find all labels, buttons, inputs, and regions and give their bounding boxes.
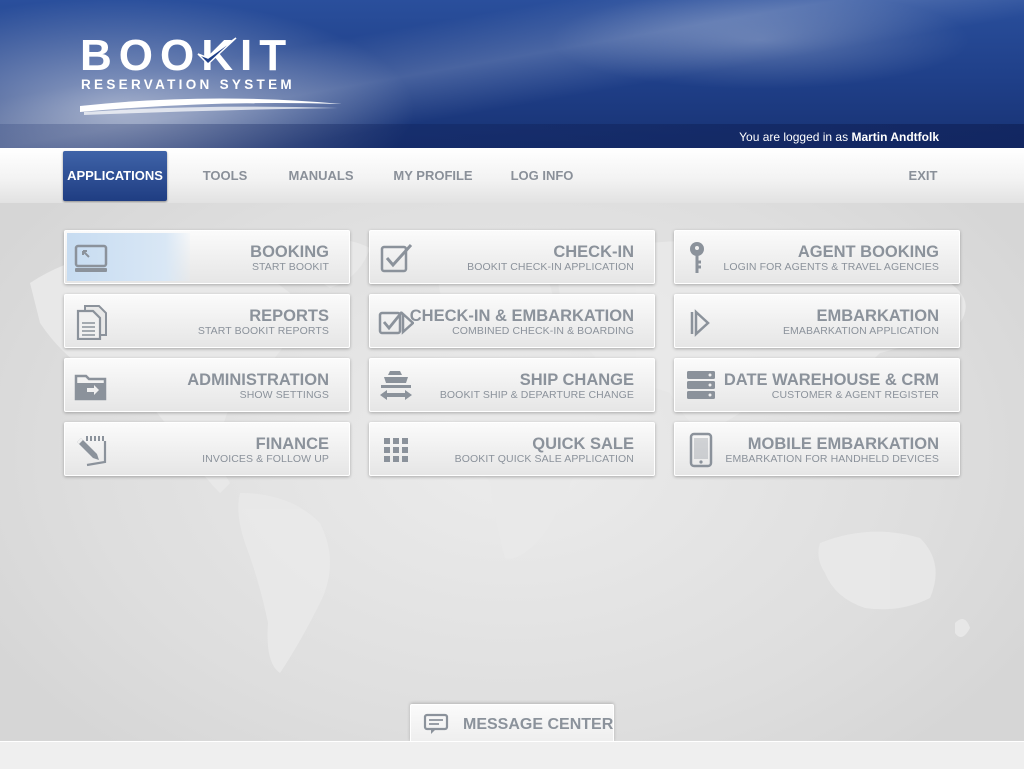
logo-title: BOOKIT [80, 31, 294, 80]
pencil-notepad-icon [77, 436, 107, 467]
tile-quick-sale[interactable]: QUICK SALE BOOKIT QUICK SALE APPLICATION [369, 422, 655, 476]
tile-subtitle: BOOKIT CHECK-IN APPLICATION [467, 261, 634, 273]
checkbox-icon [380, 243, 413, 273]
login-username: Martin Andtfolk [851, 130, 939, 144]
main-nav: APPLICATIONS TOOLS MANUALS MY PROFILE LO… [0, 148, 1024, 204]
bookit-logo: BOOKIT RESERVATION SYSTEM [80, 34, 345, 116]
nav-applications[interactable]: APPLICATIONS [63, 151, 167, 201]
folder-icon [74, 374, 107, 401]
mobile-phone-icon [689, 432, 713, 468]
tile-title: DATE WAREHOUSE & CRM [723, 371, 939, 389]
tile-subtitle: START BOOKIT [251, 261, 329, 273]
tile-title: AGENT BOOKING [797, 243, 939, 261]
app-header: BOOKIT RESERVATION SYSTEM You are logged… [0, 0, 1024, 148]
documents-icon [76, 305, 107, 340]
tile-check-in[interactable]: CHECK-IN BOOKIT CHECK-IN APPLICATION [369, 230, 655, 284]
tile-administration[interactable]: ADMINISTRATION SHOW SETTINGS [64, 358, 350, 412]
check-arrow-icon [378, 311, 414, 335]
tile-title: MOBILE EMBARKATION [747, 435, 939, 453]
tile-title: QUICK SALE [532, 435, 634, 453]
tile-mobile-embarkation[interactable]: MOBILE EMBARKATION EMBARKATION FOR HANDH… [674, 422, 960, 476]
tile-title: FINANCE [255, 435, 329, 453]
tile-title: ADMINISTRATION [187, 371, 329, 389]
tile-agent-booking[interactable]: AGENT BOOKING LOGIN FOR AGENTS & TRAVEL … [674, 230, 960, 284]
chat-icon [423, 713, 449, 734]
grid-icon [384, 438, 408, 462]
logo-checkmark-icon [197, 37, 237, 66]
tile-subtitle: EMABARKATION APPLICATION [782, 325, 939, 337]
tile-subtitle: START BOOKIT REPORTS [197, 325, 329, 337]
tile-subtitle: BOOKIT QUICK SALE APPLICATION [454, 453, 634, 465]
tile-date-warehouse-crm[interactable]: DATE WAREHOUSE & CRM CUSTOMER & AGENT RE… [674, 358, 960, 412]
tile-subtitle: INVOICES & FOLLOW UP [202, 453, 329, 465]
tile-title: CHECK-IN & EMBARKATION [409, 307, 634, 325]
tile-subtitle: SHOW SETTINGS [239, 389, 329, 401]
server-icon [687, 371, 715, 399]
key-icon [690, 242, 704, 273]
tile-finance[interactable]: FINANCE INVOICES & FOLLOW UP [64, 422, 350, 476]
nav-tools[interactable]: TOOLS [195, 151, 255, 201]
tile-title: CHECK-IN [553, 243, 634, 261]
login-prefix: You are logged in as [739, 130, 849, 144]
computer-icon [74, 244, 108, 272]
nav-exit[interactable]: EXIT [898, 151, 948, 201]
message-center-label: MESSAGE CENTER [463, 716, 614, 733]
tile-title: EMBARKATION [816, 307, 939, 325]
nav-manuals[interactable]: MANUALS [281, 151, 361, 201]
tile-title: BOOKING [250, 243, 329, 261]
tile-subtitle: EMBARKATION FOR HANDHELD DEVICES [725, 453, 939, 465]
embark-arrow-icon [690, 309, 710, 337]
tile-embarkation[interactable]: EMBARKATION EMABARKATION APPLICATION [674, 294, 960, 348]
tile-subtitle: LOGIN FOR AGENTS & TRAVEL AGENCIES [723, 261, 939, 273]
message-center-button[interactable]: MESSAGE CENTER [410, 704, 614, 742]
tile-check-in-embarkation[interactable]: CHECK-IN & EMBARKATION COMBINED CHECK-IN… [369, 294, 655, 348]
logo-swoosh-icon [80, 98, 342, 115]
footer-bar [0, 741, 1024, 769]
ship-swap-icon [380, 371, 412, 400]
tile-booking[interactable]: BOOKING START BOOKIT [64, 230, 350, 284]
tile-title: REPORTS [249, 307, 329, 325]
tile-ship-change[interactable]: SHIP CHANGE BOOKIT SHIP & DEPARTURE CHAN… [369, 358, 655, 412]
nav-my-profile[interactable]: MY PROFILE [389, 151, 477, 201]
nav-log-info[interactable]: LOG INFO [506, 151, 578, 201]
login-status: You are logged in as Martin Andtfolk [739, 130, 939, 144]
tile-subtitle: CUSTOMER & AGENT REGISTER [771, 389, 939, 401]
tile-reports[interactable]: REPORTS START BOOKIT REPORTS [64, 294, 350, 348]
tile-title: SHIP CHANGE [519, 371, 634, 389]
tile-subtitle: COMBINED CHECK-IN & BOARDING [452, 325, 634, 337]
tile-subtitle: BOOKIT SHIP & DEPARTURE CHANGE [439, 389, 634, 401]
